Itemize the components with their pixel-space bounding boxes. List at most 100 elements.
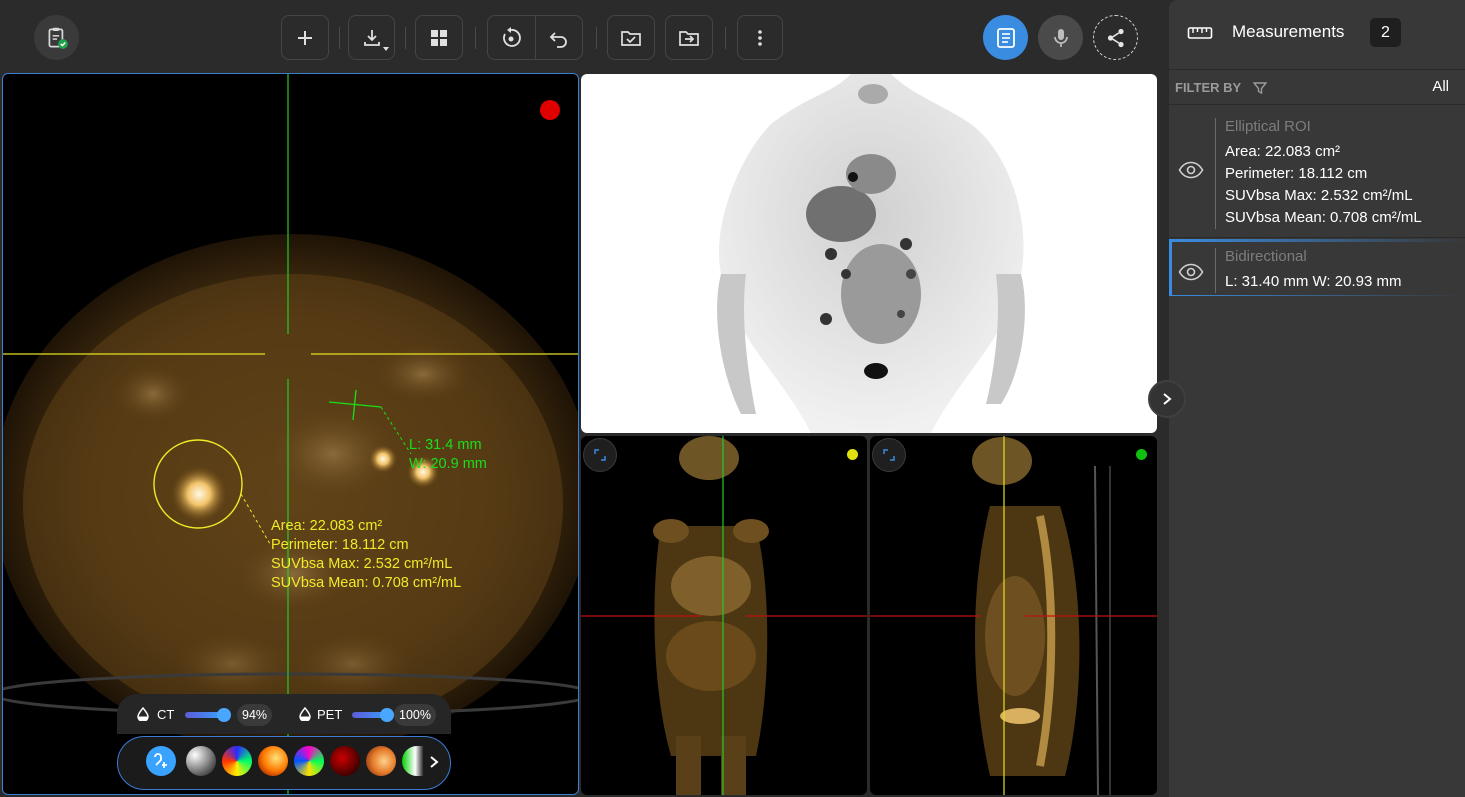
undo-icon <box>549 31 567 48</box>
opacity-controls: CT 94% PET 100% <box>117 694 451 734</box>
colormap-grayscale[interactable] <box>186 746 216 776</box>
measurement-line: Area: 22.083 cm² <box>1225 143 1341 160</box>
measurement-details: Elliptical ROI Area: 22.083 cm² Perimete… <box>1215 118 1422 229</box>
history-group <box>487 15 583 60</box>
share-button[interactable] <box>1093 15 1138 60</box>
roi-suv-max-label[interactable]: SUVbsa Max: 2.532 cm²/mL <box>271 555 452 574</box>
toolbar-divider <box>339 27 340 49</box>
panel-title: Measurements <box>1232 22 1345 41</box>
pet-opacity-value: 100% <box>394 704 436 726</box>
measurement-line: Perimeter: 18.112 cm <box>1225 165 1368 182</box>
selected-indicator <box>1169 239 1172 296</box>
report-icon <box>996 27 1015 48</box>
visibility-toggle[interactable] <box>1177 156 1205 184</box>
chevron-right-icon <box>430 756 439 768</box>
mark-reviewed-button[interactable] <box>607 15 655 60</box>
measurement-count-badge: 2 <box>1370 18 1401 47</box>
study-status-button[interactable] <box>34 15 79 60</box>
measurement-name: Bidirectional <box>1225 248 1307 265</box>
pet-label: PET <box>317 707 343 722</box>
coronal-image <box>581 436 867 795</box>
visibility-toggle[interactable] <box>1177 258 1205 286</box>
filter-dropdown[interactable]: All <box>1432 78 1449 95</box>
bidirectional-width-label[interactable]: W: 20.9 mm <box>409 455 487 474</box>
add-button[interactable] <box>281 15 329 60</box>
colormap-link-button[interactable] <box>146 746 176 776</box>
pet-opacity-slider-thumb[interactable] <box>380 708 394 722</box>
add-icon <box>298 30 312 45</box>
ruler-icon <box>1187 27 1213 39</box>
roi-suv-mean-label[interactable]: SUVbsa Mean: 0.708 cm²/mL <box>271 574 461 593</box>
opacity-drop-icon <box>137 707 149 721</box>
opacity-drop-icon <box>299 707 311 721</box>
reset-button[interactable] <box>488 16 535 59</box>
collapse-panel-button[interactable] <box>1148 380 1186 418</box>
colormap-red-hot[interactable] <box>330 746 360 776</box>
link-plug-icon <box>154 753 167 768</box>
eye-icon <box>1178 263 1204 281</box>
coronal-fusion-viewport[interactable] <box>581 436 867 795</box>
colormap-next-button[interactable] <box>426 752 442 772</box>
chevron-right-icon <box>1163 393 1172 405</box>
panel-header: Measurements 2 <box>1169 0 1465 70</box>
download-button[interactable] <box>348 15 395 60</box>
viewport-indicator <box>1136 449 1147 460</box>
measurement-item-elliptical-roi[interactable]: Elliptical ROI Area: 22.083 cm² Perimete… <box>1169 106 1465 238</box>
clipboard-check-icon <box>48 27 68 49</box>
sagittal-fusion-viewport[interactable] <box>870 436 1157 795</box>
filter-row: FILTER BY All <box>1169 71 1465 105</box>
measurement-line: SUVbsa Mean: 0.708 cm²/mL <box>1225 209 1422 226</box>
roi-perimeter-label[interactable]: Perimeter: 18.112 cm <box>271 536 409 555</box>
download-icon <box>363 29 380 46</box>
folder-check-icon <box>621 30 641 46</box>
fusion-controls: CT 94% PET 100% <box>117 694 451 792</box>
colormap-rainbow[interactable] <box>222 746 252 776</box>
colormap-hot-iron[interactable] <box>258 746 288 776</box>
report-button[interactable] <box>983 15 1028 60</box>
axial-fusion-viewport[interactable]: L: 31.4 mm W: 20.9 mm Area: 22.083 cm² P… <box>2 73 579 795</box>
layout-grid-icon <box>431 29 447 46</box>
dictation-button[interactable] <box>1038 15 1083 60</box>
measurement-item-bidirectional[interactable]: Bidirectional L: 31.40 mm W: 20.93 mm <box>1169 239 1465 296</box>
colormap-hot-green[interactable] <box>402 746 424 776</box>
bidirectional-length-label[interactable]: L: 31.4 mm <box>409 436 482 455</box>
layout-button[interactable] <box>415 15 463 60</box>
expand-viewport-button[interactable] <box>872 438 906 472</box>
undo-button[interactable] <box>534 16 582 59</box>
ct-label: CT <box>157 707 175 722</box>
axial-image <box>3 74 578 794</box>
mip-viewport[interactable] <box>581 74 1157 433</box>
eye-icon <box>1178 161 1204 179</box>
roi-area-label[interactable]: Area: 22.083 cm² <box>271 517 382 536</box>
microphone-icon <box>1053 28 1068 47</box>
export-button[interactable] <box>665 15 713 60</box>
ct-opacity-slider-thumb[interactable] <box>217 708 231 722</box>
reset-icon <box>503 26 522 47</box>
mip-image <box>717 74 1025 433</box>
viewport-indicator <box>847 449 858 460</box>
measurement-details: Bidirectional L: 31.40 mm W: 20.93 mm <box>1215 248 1401 293</box>
viewer-app: L: 31.4 mm W: 20.9 mm Area: 22.083 cm² P… <box>0 0 1465 797</box>
toolbar-divider <box>405 27 406 49</box>
share-icon <box>1107 28 1124 47</box>
more-button[interactable] <box>737 15 783 60</box>
toolbar-divider <box>725 27 726 49</box>
folder-export-icon <box>679 30 699 46</box>
colormap-spectral[interactable] <box>294 746 324 776</box>
sagittal-image <box>870 436 1157 795</box>
toolbar <box>0 0 1160 72</box>
measurements-panel: Measurements 2 FILTER BY All Elliptical … <box>1169 0 1465 797</box>
measurement-line: SUVbsa Max: 2.532 cm²/mL <box>1225 187 1413 204</box>
viewport-indicator <box>540 100 560 120</box>
filter-label: FILTER BY <box>1175 80 1242 95</box>
expand-viewport-button[interactable] <box>583 438 617 472</box>
more-vert-icon <box>758 29 762 46</box>
expand-icon <box>883 449 895 461</box>
ct-opacity-value: 94% <box>237 704 273 726</box>
filter-icon[interactable] <box>1253 81 1267 95</box>
colormap-pet[interactable] <box>366 746 396 776</box>
measurement-name: Elliptical ROI <box>1225 118 1311 135</box>
expand-icon <box>594 449 606 461</box>
toolbar-divider <box>475 27 476 49</box>
measurement-line: L: 31.40 mm W: 20.93 mm <box>1225 273 1402 290</box>
